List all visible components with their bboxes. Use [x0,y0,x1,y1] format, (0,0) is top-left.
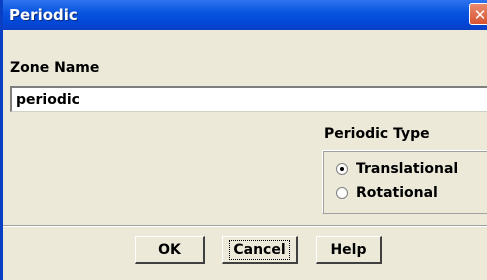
radio-button-rotational[interactable] [336,187,348,199]
radio-rotational-label: Rotational [356,185,438,201]
radio-rotational[interactable]: Rotational [336,184,438,202]
help-button[interactable]: Help [316,236,382,264]
radio-translational-label: Translational [356,161,459,177]
help-button-label: Help [330,241,367,258]
radio-button-translational[interactable] [336,163,348,175]
cancel-button[interactable]: Cancel [222,236,298,264]
radio-selected-dot [340,167,344,171]
zone-name-label: Zone Name [10,60,100,76]
ok-button-label: OK [158,241,181,258]
button-divider [3,225,487,227]
periodic-type-label: Periodic Type [324,126,430,142]
ok-button[interactable]: OK [135,236,205,264]
periodic-dialog: Periodic ✕ Zone Name Periodic Type Trans… [0,0,487,280]
close-icon: ✕ [473,6,487,24]
cancel-button-label: Cancel [229,239,290,260]
title-bar[interactable]: Periodic ✕ [3,0,487,30]
window-title: Periodic [9,6,78,24]
close-button[interactable]: ✕ [469,3,487,25]
zone-name-input[interactable] [10,86,487,112]
radio-translational[interactable]: Translational [336,160,458,178]
